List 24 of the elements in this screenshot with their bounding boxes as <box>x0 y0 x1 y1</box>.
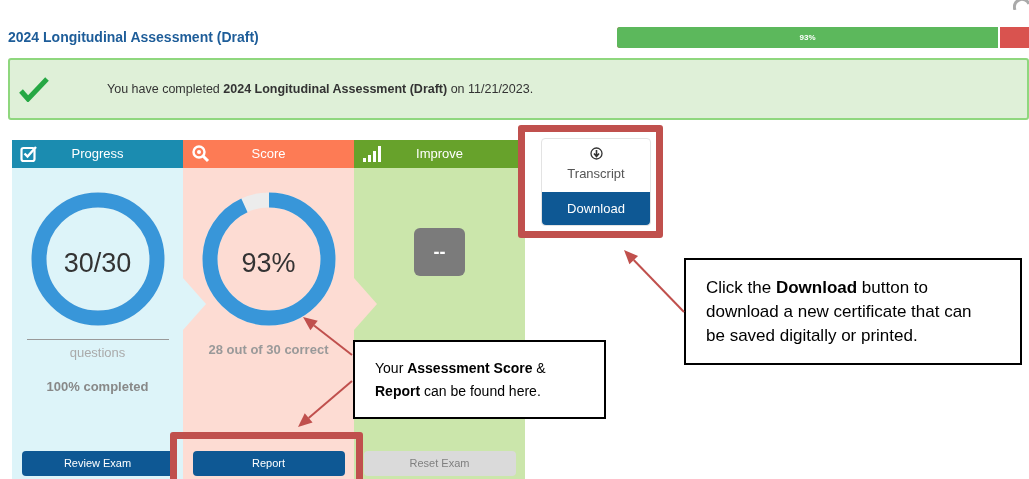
panel-title: Improve <box>416 145 463 164</box>
ring-value: 93% <box>241 246 296 280</box>
annotation-arrow <box>624 250 685 313</box>
completion-text: 100% completed <box>46 377 149 396</box>
panel-title: Score <box>251 145 286 164</box>
checkbox-icon <box>20 145 38 163</box>
annotation-arrow <box>298 380 353 427</box>
transcript-label: Transcript <box>567 165 625 183</box>
signal-bars-icon <box>362 145 382 163</box>
callout-text: Your Assessment Score & Report can be found here. <box>375 358 547 401</box>
panel-title: Progress <box>71 145 124 164</box>
improve-value: -- <box>414 228 465 276</box>
caption: 28 out of 30 correct <box>208 341 329 359</box>
progress-label: 93% <box>799 31 816 44</box>
callout-text: Click the Download button to download a new certificate that can be saved digitally or printed. <box>706 276 973 347</box>
search-icon <box>191 144 211 164</box>
page-title: 2024 Longitudinal Assessment (Draft) <box>8 28 260 47</box>
download-button[interactable]: Download <box>542 192 650 225</box>
completion-message: You have completed 2024 Longitudinal Assessment (Draft) on 11/21/2023. <box>107 80 534 98</box>
checkmark-icon <box>19 76 49 102</box>
action-button[interactable]: Report <box>192 451 345 476</box>
ring-value: 30/30 <box>63 246 132 280</box>
download-icon <box>589 147 603 160</box>
caption: questions <box>69 344 126 362</box>
